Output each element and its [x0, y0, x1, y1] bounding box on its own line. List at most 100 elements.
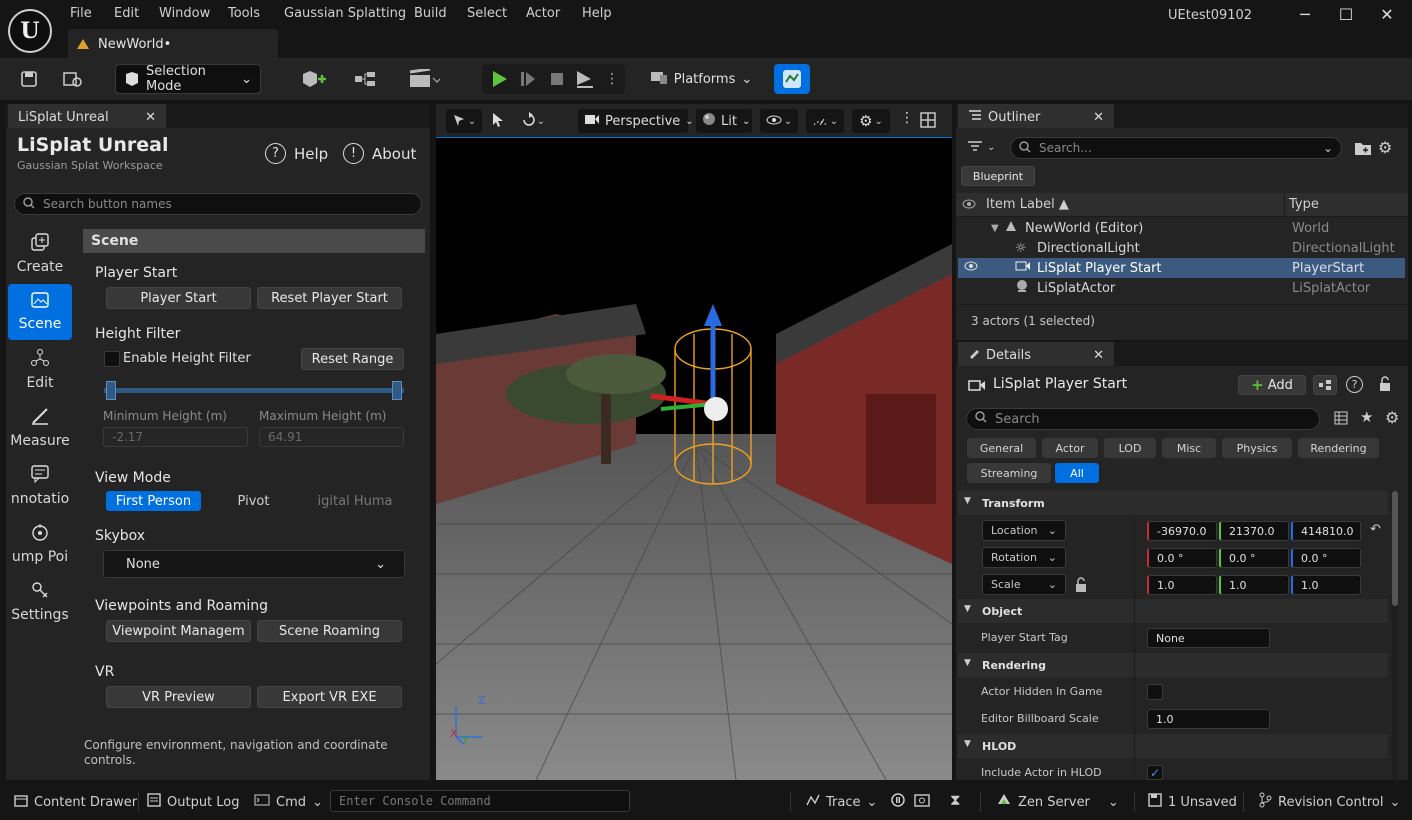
filter-misc[interactable]: Misc [1162, 438, 1216, 458]
collapse-arrow-icon[interactable]: ▼ [964, 658, 971, 668]
outliner-search-input[interactable]: Search... ⌄ [1010, 137, 1342, 159]
details-column-divider[interactable] [1134, 517, 1135, 780]
filter-actor[interactable]: Actor [1042, 438, 1098, 458]
nav-edit[interactable]: Edit [8, 342, 72, 398]
outliner-row-player-start[interactable]: LiSplat Player Start PlayerStart [958, 258, 1405, 278]
billboard-scale-input[interactable]: 1.0 [1147, 709, 1270, 729]
screenshot-icon[interactable] [914, 792, 930, 811]
menu-window[interactable]: Window [159, 6, 210, 21]
height-range-slider[interactable] [104, 388, 404, 393]
view-mode-first-person[interactable]: First Person [106, 491, 201, 511]
play-icon[interactable] [486, 64, 512, 94]
min-height-input[interactable]: -2.17 [103, 427, 248, 447]
column-divider[interactable] [1284, 193, 1285, 217]
lit-dropdown[interactable]: Lit ⌄ [696, 109, 752, 133]
location-z-input[interactable]: 414810.0 [1291, 521, 1361, 541]
skybox-dropdown[interactable]: None ⌄ [103, 550, 405, 578]
close-button[interactable]: ✕ [1376, 5, 1398, 25]
console-command-input[interactable]: Enter Console Command [330, 790, 630, 812]
expand-arrow-icon[interactable]: ▼ [991, 223, 999, 234]
step-icon[interactable] [515, 64, 541, 94]
nav-create[interactable]: Create [8, 226, 72, 282]
nav-settings[interactable]: Settings [8, 574, 72, 630]
player-start-button[interactable]: Player Start [106, 287, 251, 309]
unreal-logo[interactable]: U [8, 9, 52, 53]
location-y-input[interactable]: 21370.0 [1219, 521, 1289, 541]
rotation-y-input[interactable]: 0.0 ° [1219, 548, 1289, 568]
blueprint-filter-chip[interactable]: Blueprint [961, 166, 1035, 186]
player-start-tag-input[interactable]: None [1147, 628, 1270, 648]
cinematics-icon[interactable] [405, 64, 443, 94]
level-viewport[interactable]: Z X Y [436, 104, 952, 780]
menu-tools[interactable]: Tools [228, 6, 260, 21]
reset-player-start-button[interactable]: Reset Player Start [257, 287, 402, 309]
zen-server-dropdown[interactable]: Zen Server ⌄ [996, 784, 1119, 820]
save-icon[interactable] [16, 64, 42, 94]
col-item-label[interactable]: Item Label ▲ [986, 197, 1069, 212]
collapse-arrow-icon[interactable]: ▼ [964, 496, 971, 506]
lock-icon[interactable] [1074, 577, 1088, 596]
outliner-row-directional-light[interactable]: ☼ DirectionalLight DirectionalLight [958, 238, 1405, 258]
reset-range-button[interactable]: Reset Range [301, 348, 404, 370]
slider-max-handle[interactable] [392, 381, 402, 400]
gear-icon[interactable]: ⚙ [1385, 408, 1399, 427]
perspective-dropdown[interactable]: Perspective ⌄ [578, 109, 694, 133]
view-mode-pivot[interactable]: Pivot [206, 494, 301, 509]
collapse-arrow-icon[interactable]: ▼ [964, 739, 971, 749]
menu-help[interactable]: Help [582, 6, 612, 21]
outliner-filter-dropdown[interactable]: ⌄ [967, 140, 995, 155]
select-arrow-icon[interactable] [491, 112, 505, 131]
scale-x-input[interactable]: 1.0 [1147, 575, 1217, 595]
details-scrollbar-thumb[interactable] [1392, 491, 1398, 606]
vr-preview-button[interactable]: VR Preview [106, 686, 251, 708]
blueprint-icon[interactable] [350, 64, 386, 94]
hlod-section[interactable]: HLOD [958, 734, 1388, 758]
selection-mode-dropdown[interactable]: Selection Mode ⌄ [115, 64, 261, 94]
add-component-button[interactable]: + Add [1238, 375, 1306, 395]
rotate-snap-dropdown[interactable]: ⌄ [516, 109, 550, 133]
minimize-button[interactable]: ─ [1294, 5, 1316, 25]
rendering-section[interactable]: Rendering [958, 653, 1388, 677]
close-icon[interactable]: ✕ [1093, 348, 1104, 363]
transform-tools-dropdown[interactable]: ⌄ [446, 109, 482, 133]
slider-min-handle[interactable] [106, 381, 116, 400]
cmd-dropdown[interactable]: Cmd ⌄ [254, 784, 323, 820]
revision-control-dropdown[interactable]: Revision Control ⌄ [1258, 784, 1400, 820]
filter-physics[interactable]: Physics [1222, 438, 1292, 458]
gear-icon[interactable]: ⚙ [1378, 138, 1392, 157]
scale-y-input[interactable]: 1.0 [1219, 575, 1289, 595]
rotation-x-input[interactable]: 0.0 ° [1147, 548, 1217, 568]
rotation-z-input[interactable]: 0.0 ° [1291, 548, 1361, 568]
nav-jump-point[interactable]: ump Poi [8, 516, 72, 572]
help-button[interactable]: ? Help [265, 143, 328, 164]
location-mode-dropdown[interactable]: Location ⌄ [982, 520, 1066, 541]
trace-dropdown[interactable]: Trace ⌄ [806, 784, 877, 820]
close-icon[interactable]: ✕ [145, 110, 156, 125]
nav-scene[interactable]: Scene [8, 284, 72, 340]
include-hlod-checkbox[interactable]: ✓ [1147, 765, 1163, 780]
show-flags-dropdown[interactable]: ⌄ [760, 109, 798, 133]
add-actor-icon[interactable] [296, 64, 332, 94]
collapse-arrow-icon[interactable]: ▼ [964, 604, 971, 614]
lock-icon[interactable] [1378, 376, 1392, 395]
menu-file[interactable]: File [70, 6, 92, 21]
level-tab[interactable]: NewWorld• [68, 29, 278, 59]
menu-select[interactable]: Select [467, 6, 507, 21]
lisplat-search-input[interactable]: Search button names [14, 193, 422, 215]
add-folder-icon[interactable] [1354, 140, 1372, 159]
viewport-settings-dropdown[interactable]: ⚙ ⌄ [852, 109, 890, 133]
filter-lod[interactable]: LOD [1104, 438, 1156, 458]
maximize-button[interactable]: ☐ [1335, 5, 1357, 25]
filter-rendering[interactable]: Rendering [1298, 438, 1379, 458]
transform-section[interactable]: Transform [958, 491, 1388, 515]
platforms-dropdown[interactable]: Platforms ⌄ [645, 64, 757, 94]
outliner-row-lisplat-actor[interactable]: LiSplatActor LiSplatActor [958, 278, 1405, 298]
rotation-mode-dropdown[interactable]: Rotation ⌄ [982, 547, 1066, 568]
export-vr-exe-button[interactable]: Export VR EXE [257, 686, 402, 708]
filter-all[interactable]: All [1055, 463, 1099, 483]
browse-icon[interactable] [60, 64, 86, 94]
view-mode-digital-human[interactable]: igital Huma [306, 494, 404, 509]
eject-icon[interactable] [572, 64, 598, 94]
record-icon[interactable] [890, 792, 906, 811]
location-x-input[interactable]: -36970.0 [1147, 521, 1217, 541]
